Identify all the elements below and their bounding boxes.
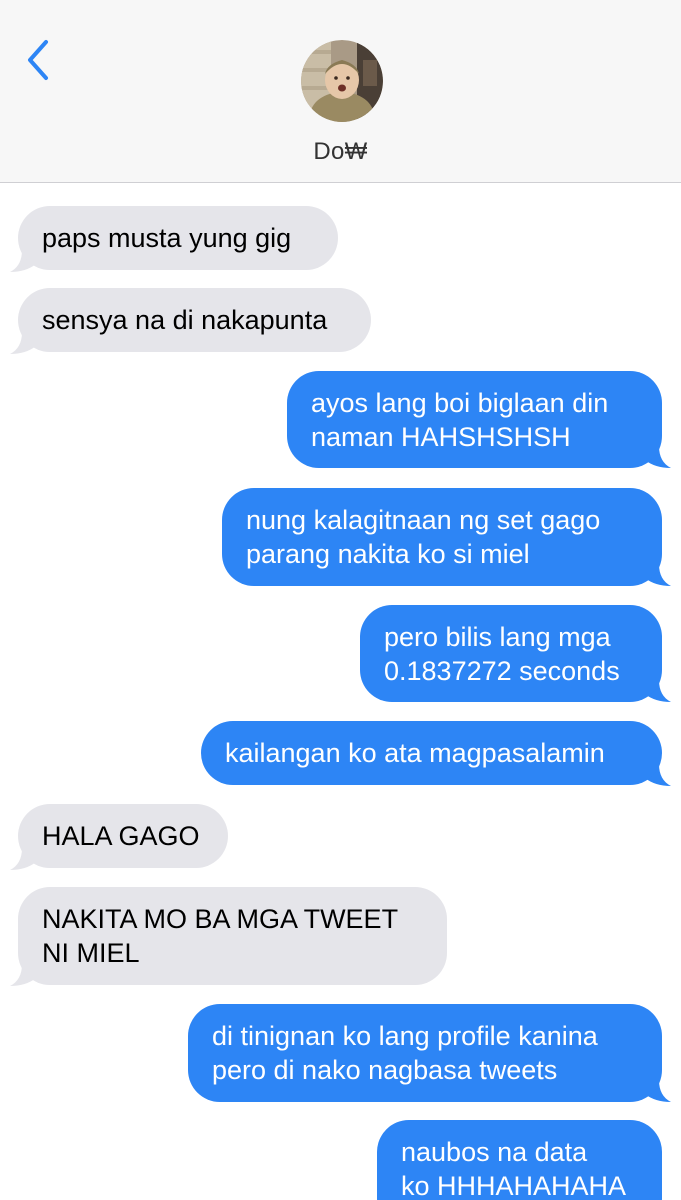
- outgoing-message[interactable]: pero bilis lang mga 0.1837272 seconds: [360, 605, 662, 702]
- outgoing-message[interactable]: ayos lang boi biglaan din naman HAHSHSHS…: [287, 371, 662, 468]
- outgoing-message[interactable]: di tinignan ko lang profile kanina pero …: [188, 1004, 662, 1102]
- outgoing-message[interactable]: kailangan ko ata magpasalamin: [201, 721, 662, 785]
- back-button[interactable]: [22, 38, 56, 82]
- outgoing-message[interactable]: nung kalagitnaan ng set gago parang naki…: [222, 488, 662, 586]
- incoming-message[interactable]: NAKITA MO BA MGA TWEET NI MIEL: [18, 887, 447, 985]
- contact-photo: [301, 40, 383, 122]
- conversation-header: Do₩: [0, 0, 681, 183]
- avatar[interactable]: [301, 40, 383, 122]
- incoming-message[interactable]: HALA GAGO: [18, 804, 228, 868]
- outgoing-message[interactable]: naubos na data ko HHHAHAHAHA: [377, 1120, 662, 1200]
- message-thread: paps musta yung gig sensya na di nakapun…: [0, 184, 681, 1200]
- contact-name[interactable]: Do₩: [0, 138, 681, 166]
- chevron-left-icon: [28, 40, 48, 80]
- incoming-message[interactable]: paps musta yung gig: [18, 206, 338, 270]
- incoming-message[interactable]: sensya na di nakapunta: [18, 288, 371, 352]
